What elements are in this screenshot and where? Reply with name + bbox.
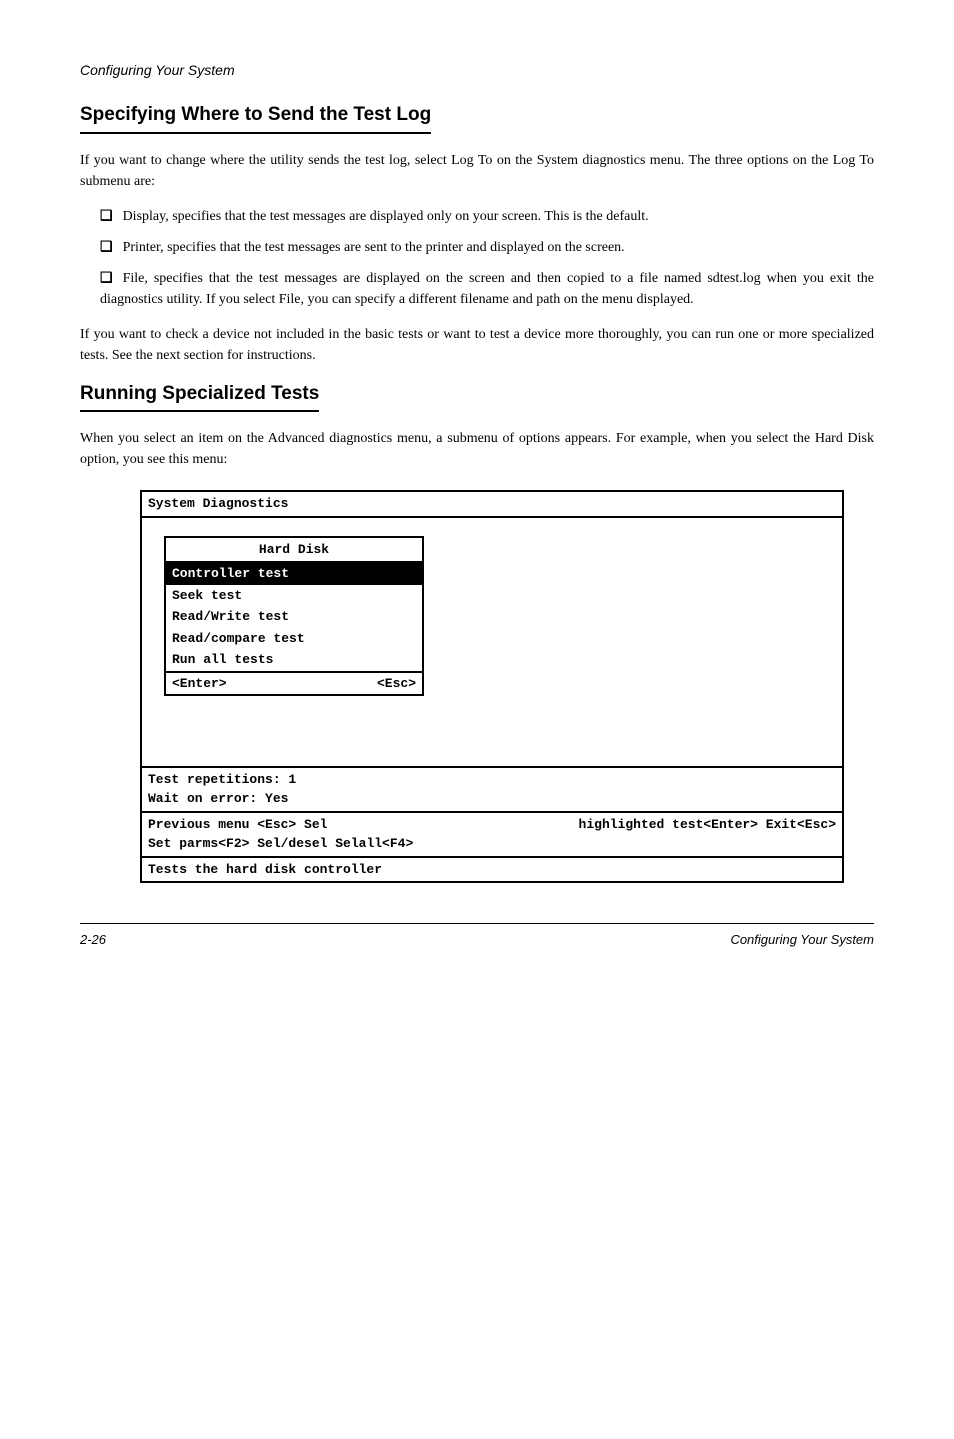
list-item: ❑Display, specifies that the test messag… [100,206,874,227]
list-text: File, specifies that the test messages a… [100,271,874,307]
menu-item-seek-test[interactable]: Seek test [166,585,422,607]
page-header: Configuring Your System [80,60,874,81]
terminal-title: System Diagnostics [142,492,842,518]
enter-key-hint: <Enter> [172,674,227,694]
section2-intro: When you select an item on the Advanced … [80,428,874,470]
list-marker: ❑ [100,240,123,255]
key-hint-selall: Selall<F4> [335,836,413,851]
submenu-title: Hard Disk [166,538,422,564]
hard-disk-submenu: Hard Disk Controller test Seek test Read… [164,536,424,697]
wait-on-error: Wait on error: Yes [148,789,836,809]
submenu-items: Controller test Seek test Read/Write tes… [166,563,422,673]
terminal-description: Tests the hard disk controller [142,858,842,882]
page-footer: 2-26 Configuring Your System [80,923,874,950]
list-marker: ❑ [100,271,123,286]
menu-item-read-compare-test[interactable]: Read/compare test [166,628,422,650]
test-repetitions: Test repetitions: 1 [148,770,836,790]
terminal-main-area: Hard Disk Controller test Seek test Read… [142,518,842,768]
terminal-key-hints: Previous menu <Esc> Sel highlighted test… [142,813,842,858]
menu-item-read-write-test[interactable]: Read/Write test [166,606,422,628]
terminal-status-bar: Test repetitions: 1 Wait on error: Yes [142,768,842,813]
page-number: 2-26 [80,930,106,950]
section1-outro: If you want to check a device not includ… [80,324,874,366]
menu-item-controller-test[interactable]: Controller test [166,563,422,585]
list-item: ❑File, specifies that the test messages … [100,268,874,310]
esc-key-hint: <Esc> [377,674,416,694]
section1-intro: If you want to change where the utility … [80,150,874,192]
key-hint-prev-sel: Previous menu <Esc> Sel [148,815,327,835]
key-hint-enter-esc: highlighted test<Enter> Exit<Esc> [579,815,836,835]
list-text: Printer, specifies that the test message… [123,240,625,255]
section-title-log: Specifying Where to Send the Test Log [80,101,431,134]
key-hint-parms-desel: Set parms<F2> Sel/desel [148,836,335,851]
log-options-list: ❑Display, specifies that the test messag… [80,206,874,310]
section-title-specialized: Running Specialized Tests [80,380,319,413]
terminal-screenshot: System Diagnostics Hard Disk Controller … [140,490,844,883]
submenu-footer-keys: <Enter> <Esc> [166,673,422,695]
list-marker: ❑ [100,209,123,224]
footer-chapter: Configuring Your System [730,930,874,950]
list-text: Display, specifies that the test message… [123,209,649,224]
menu-item-run-all-tests[interactable]: Run all tests [166,649,422,671]
list-item: ❑Printer, specifies that the test messag… [100,237,874,258]
